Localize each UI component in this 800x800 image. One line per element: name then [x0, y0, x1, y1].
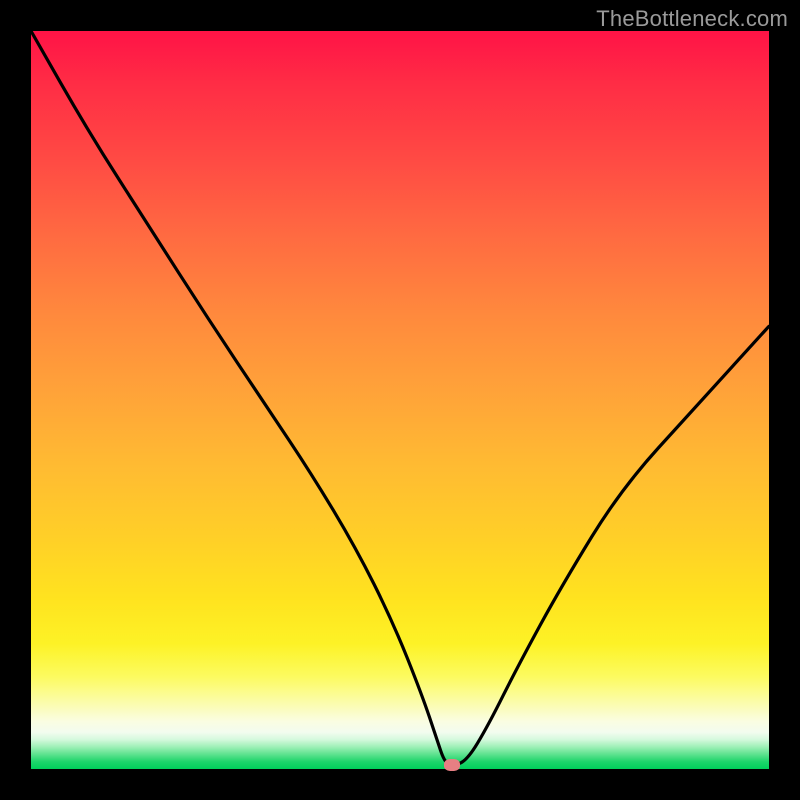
chart-frame: TheBottleneck.com: [0, 0, 800, 800]
watermark-label: TheBottleneck.com: [596, 6, 788, 32]
curve-path: [31, 31, 769, 764]
plot-area: [31, 31, 769, 769]
bottleneck-curve: [31, 31, 769, 769]
optimal-point-marker: [444, 759, 460, 771]
